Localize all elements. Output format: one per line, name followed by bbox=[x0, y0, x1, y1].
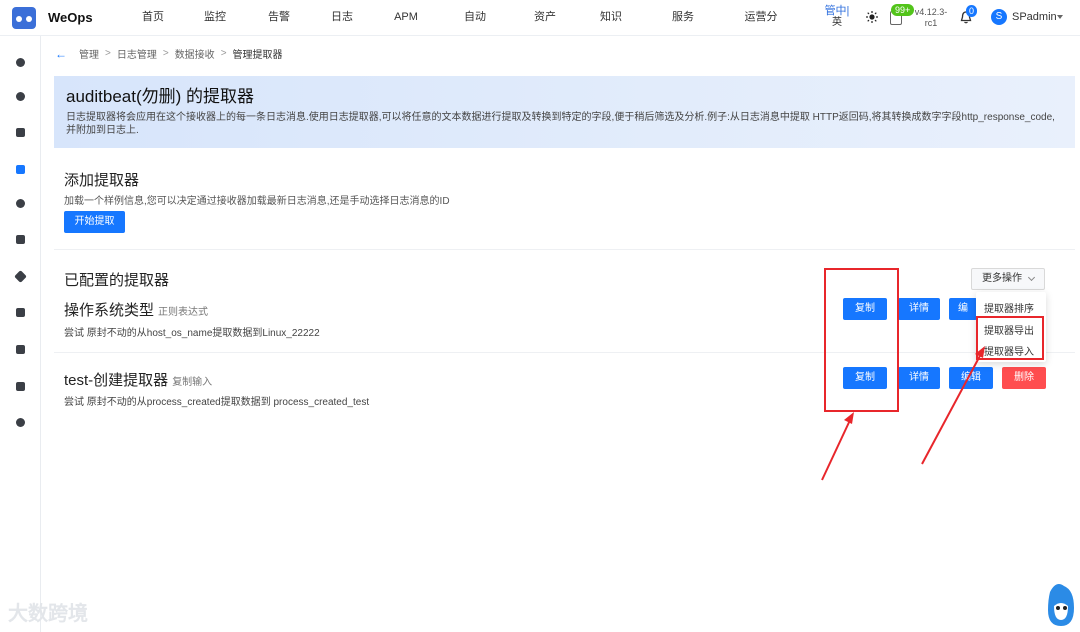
assistant-mascot-icon[interactable] bbox=[1044, 578, 1078, 630]
watermark: 大数跨境 bbox=[8, 603, 88, 625]
annotation-arrows bbox=[821, 346, 985, 481]
